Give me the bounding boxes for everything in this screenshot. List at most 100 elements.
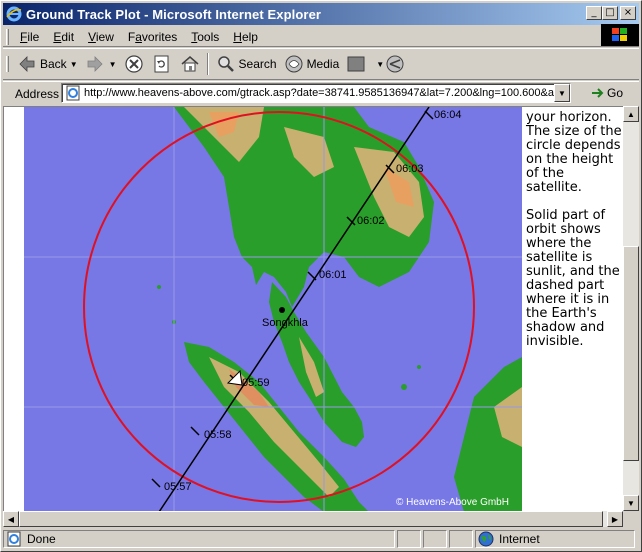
menu-file[interactable]: File [13, 30, 46, 44]
scroll-up-button[interactable]: ▲ [623, 106, 639, 122]
close-button[interactable]: × [620, 6, 636, 20]
legend-text: your horizon. The size of the circle dep… [526, 111, 622, 363]
time-label-0558: 05:58 [204, 429, 232, 441]
scroll-down-icon: ▼ [627, 498, 635, 508]
scroll-down-button[interactable]: ▼ [623, 495, 639, 511]
address-dropdown-icon[interactable]: ▼ [554, 84, 570, 102]
stop-icon [123, 53, 145, 75]
address-url: http://www.heavens-above.com/gtrack.asp?… [84, 87, 571, 99]
menu-favorites[interactable]: Favorites [121, 30, 184, 44]
zone-text: Internet [499, 532, 540, 546]
windows-flag-icon [612, 28, 627, 41]
island [282, 200, 286, 204]
island [266, 174, 272, 180]
browser-window: Ground Track Plot - Microsoft Internet E… [0, 0, 642, 552]
mail-dropdown-icon[interactable]: ▼ [376, 60, 384, 69]
title-bar[interactable]: Ground Track Plot - Microsoft Internet E… [3, 3, 639, 25]
refresh-icon [151, 53, 173, 75]
go-arrow-icon [592, 88, 604, 98]
minimize-icon: _ [591, 7, 597, 18]
close-icon: × [623, 7, 633, 18]
time-label-0601: 06:01 [319, 269, 347, 281]
scroll-right-button[interactable]: ▶ [607, 511, 623, 527]
ie-icon [6, 6, 22, 22]
search-label: Search [238, 57, 277, 71]
address-bar: Address http://www.heavens-above.com/gtr… [3, 81, 639, 105]
scroll-left-button[interactable]: ◀ [3, 511, 19, 527]
toolbar-separator [206, 53, 209, 75]
legend-paragraph-1: your horizon. The size of the circle dep… [526, 110, 622, 195]
scroll-left-icon: ◀ [7, 514, 15, 524]
legend-paragraph-2: Solid part of orbit shows where the sate… [526, 208, 620, 349]
menu-bar: File Edit View Favorites Tools Help [3, 27, 639, 47]
status-zone-pane: Internet [475, 530, 635, 548]
search-icon [215, 53, 237, 75]
time-label-0602: 06:02 [357, 215, 385, 227]
media-label: Media [306, 57, 340, 71]
refresh-button[interactable] [148, 51, 176, 77]
menu-view[interactable]: View [81, 30, 121, 44]
time-label-0557: 05:57 [164, 481, 192, 493]
page-icon [66, 85, 80, 101]
time-label-0559: 05:59 [242, 377, 270, 389]
menu-tools[interactable]: Tools [184, 30, 226, 44]
internet-globe-icon [478, 531, 494, 547]
forward-button[interactable]: ▼ [81, 51, 120, 77]
media-button[interactable]: Media [280, 51, 343, 77]
map-copyright: © Heavens-Above GmbH [396, 497, 509, 508]
page-content: 05:57 05:58 05:59 06:01 06:02 06:03 06:0… [3, 106, 623, 511]
time-label-0604: 06:04 [434, 109, 462, 121]
menu-edit[interactable]: Edit [46, 30, 81, 44]
forward-arrow-icon [84, 53, 106, 75]
toolbar-grip[interactable] [6, 56, 9, 72]
map-svg [24, 107, 522, 511]
scroll-up-icon: ▲ [627, 109, 635, 119]
back-button[interactable]: Back ▼ [13, 51, 81, 77]
status-pane [397, 530, 421, 548]
time-label-0603: 06:03 [396, 163, 424, 175]
history-icon [345, 53, 367, 75]
songkhla-marker [279, 307, 285, 313]
horizontal-scrollbar[interactable]: ◀ ▶ [3, 511, 623, 527]
menubar-grip[interactable] [6, 28, 9, 45]
vertical-scrollbar[interactable]: ▲ ▼ [623, 106, 639, 511]
stop-button[interactable] [120, 51, 148, 77]
maximize-icon: □ [605, 7, 615, 18]
horizontal-scroll-thumb[interactable] [19, 511, 603, 527]
island [401, 384, 407, 390]
window-title: Ground Track Plot - Microsoft Internet E… [26, 6, 322, 22]
maximize-button[interactable]: □ [602, 6, 618, 20]
go-label: Go [607, 86, 624, 100]
media-icon [283, 53, 305, 75]
address-label: Address [15, 86, 60, 101]
menu-help[interactable]: Help [226, 30, 265, 44]
back-arrow-icon [16, 53, 38, 75]
standard-toolbar: Back ▼ ▼ Search Media ▼ [3, 48, 639, 80]
status-bar: Done Internet [3, 529, 639, 549]
forward-dropdown-icon[interactable]: ▼ [109, 60, 117, 69]
go-button[interactable]: Go [589, 84, 623, 102]
place-label-songkhla: Songkhla [262, 317, 308, 329]
mail-icon [384, 53, 406, 75]
minimize-button[interactable]: _ [586, 6, 602, 20]
home-icon [179, 53, 201, 75]
history-button[interactable] [342, 51, 370, 77]
search-button[interactable]: Search [212, 51, 280, 77]
back-label: Back [40, 57, 67, 71]
status-pane [423, 530, 447, 548]
status-text: Done [27, 532, 56, 546]
address-input[interactable]: http://www.heavens-above.com/gtrack.asp?… [61, 83, 571, 103]
ground-track-map[interactable]: 05:57 05:58 05:59 06:01 06:02 06:03 06:0… [24, 107, 522, 511]
back-dropdown-icon[interactable]: ▼ [70, 60, 78, 69]
scrollbar-corner [623, 511, 639, 527]
page-done-icon [7, 531, 21, 547]
status-pane [449, 530, 473, 548]
island [157, 285, 161, 289]
scroll-right-icon: ▶ [611, 514, 619, 524]
windows-logo [601, 24, 639, 46]
island [417, 365, 421, 369]
home-button[interactable] [176, 51, 204, 77]
mail-button[interactable]: ▼ [370, 51, 409, 77]
vertical-scroll-thumb[interactable] [623, 246, 639, 461]
status-main-pane: Done [3, 530, 395, 548]
